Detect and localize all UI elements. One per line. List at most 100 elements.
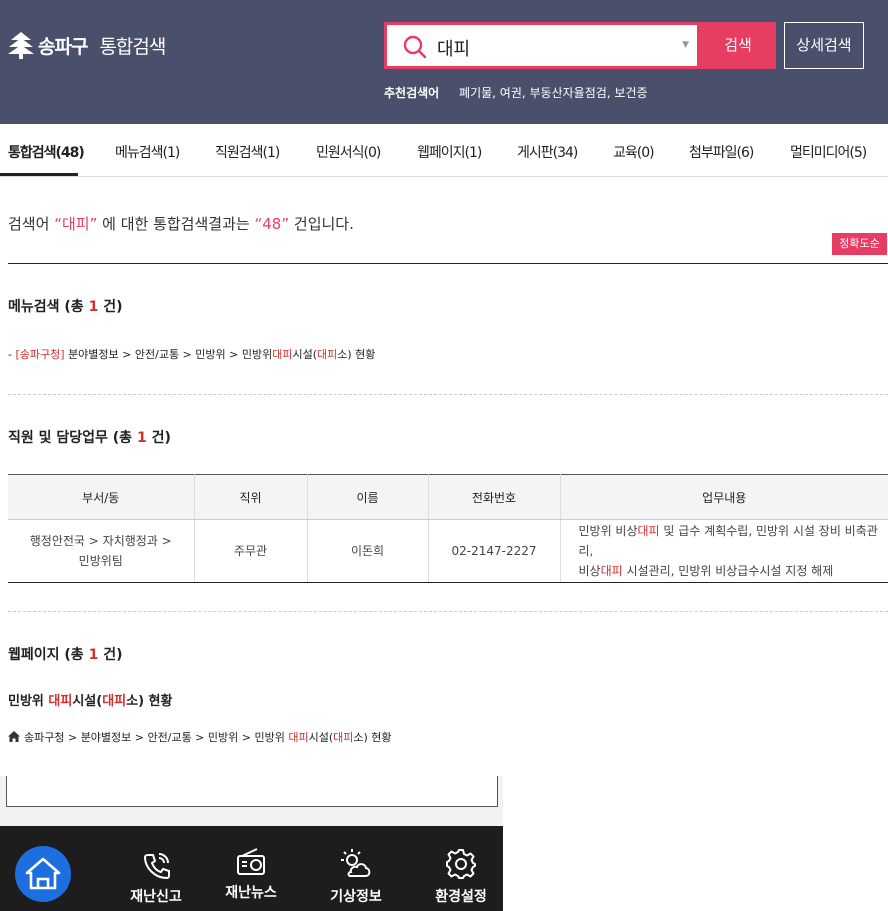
breadcrumb-path: 송파구청 > 분야별정보 > 안전/교통 > 민방위 > 민방위 bbox=[24, 731, 289, 744]
home-icon bbox=[8, 731, 20, 742]
logo[interactable]: 송파구 통합검색 bbox=[8, 30, 166, 60]
tab-education[interactable]: 교육(0) bbox=[613, 142, 655, 162]
duty-text: 민방위 비상 bbox=[578, 524, 638, 538]
sort-accuracy-button[interactable]: 정확도순 bbox=[832, 233, 887, 255]
menu-section-title: 메뉴검색 (총 1 건) bbox=[8, 296, 122, 316]
staff-section-title: 직원 및 담당업무 (총 1 건) bbox=[8, 427, 171, 447]
duty-text: 비상 bbox=[578, 564, 601, 578]
nav-settings[interactable]: 환경설정 bbox=[411, 826, 511, 911]
result-tabs: 통합검색(48) 메뉴검색(1) 직원검색(1) 민원서식(0) 웹페이지(1)… bbox=[0, 124, 888, 177]
nav-label: 재난뉴스 bbox=[225, 885, 277, 901]
keyword-highlight: 대피 bbox=[637, 524, 660, 538]
search-input[interactable]: 대피 ▼ bbox=[384, 22, 700, 69]
nav-label: 환경설정 bbox=[435, 889, 487, 905]
recommended-terms[interactable]: 폐기물, 여권, 부동산자율점검, 보건증 bbox=[459, 86, 648, 100]
site-prefix: [송파구청] bbox=[15, 348, 65, 361]
section-count: 1 bbox=[136, 430, 147, 446]
overlay-content-box bbox=[6, 776, 498, 807]
tab-staff[interactable]: 직원검색(1) bbox=[215, 142, 280, 162]
home-icon bbox=[25, 857, 61, 890]
result-title-text: 민방위 bbox=[8, 694, 49, 709]
nav-label: 재난신고 bbox=[130, 889, 182, 905]
bullet: - bbox=[8, 348, 12, 361]
breadcrumb-text: 소) 현황 bbox=[337, 348, 376, 361]
section-title-text: 웹페이지 (총 bbox=[8, 647, 84, 663]
nav-disaster-report[interactable]: 재난신고 bbox=[106, 826, 206, 911]
tab-menu[interactable]: 메뉴검색(1) bbox=[115, 142, 180, 162]
web-result-title[interactable]: 민방위 대피시설(대피소) 현황 bbox=[8, 690, 172, 709]
section-title-suffix: 건) bbox=[103, 299, 123, 315]
web-section-title: 웹페이지 (총 1 건) bbox=[8, 644, 122, 664]
header: 송파구 통합검색 대피 ▼ 검색 상세검색 추천검색어 폐기물, 여권, 부동산… bbox=[0, 0, 888, 124]
section-title-suffix: 건) bbox=[103, 647, 123, 663]
table-header-row: 부서/동 직위 이름 전화번호 업무내용 bbox=[8, 474, 888, 520]
tab-all[interactable]: 통합검색(48) bbox=[8, 142, 85, 162]
section-title-suffix: 건) bbox=[151, 430, 171, 446]
tab-attachments[interactable]: 첨부파일(6) bbox=[689, 142, 754, 162]
breadcrumb-text: 시설( bbox=[308, 731, 334, 744]
home-button[interactable] bbox=[15, 846, 71, 902]
keyword-highlight: 대피 bbox=[317, 348, 338, 361]
search-button[interactable]: 검색 bbox=[700, 22, 776, 69]
column-header: 이름 bbox=[307, 474, 429, 520]
keyword-highlight: 대피 bbox=[288, 731, 309, 744]
gear-icon bbox=[446, 849, 476, 879]
summary-count: “48” bbox=[254, 215, 290, 233]
column-header: 부서/동 bbox=[8, 474, 195, 520]
nav-label: 기상정보 bbox=[330, 889, 382, 905]
result-title-text: 시설( bbox=[72, 694, 103, 709]
keyword-highlight: 대피 bbox=[600, 564, 623, 578]
active-tab-indicator bbox=[0, 173, 78, 176]
summary-suffix: 건입니다. bbox=[293, 215, 354, 233]
column-header: 업무내용 bbox=[560, 474, 888, 520]
duty-cell: 민방위 비상대피 및 급수 계획수립, 민방위 시설 장비 비축관리, 비상대피… bbox=[560, 519, 888, 583]
summary-middle: 에 대한 통합검색결과는 bbox=[102, 215, 250, 233]
tab-board[interactable]: 게시판(34) bbox=[517, 142, 578, 162]
section-count: 1 bbox=[88, 299, 99, 315]
search-value: 대피 bbox=[437, 39, 471, 60]
result-title-text: 소) 현황 bbox=[126, 694, 173, 709]
divider bbox=[8, 263, 888, 264]
phone-call-icon bbox=[143, 853, 170, 880]
tab-forms[interactable]: 민원서식(0) bbox=[316, 142, 381, 162]
name-cell: 이돈희 bbox=[307, 519, 429, 583]
advanced-search-button[interactable]: 상세검색 bbox=[784, 22, 864, 69]
dept-cell: 행정안전국 > 자치행정과 > 민방위팀 bbox=[8, 519, 195, 583]
result-summary: 검색어 “대피” 에 대한 통합검색결과는 “48” 건입니다. bbox=[8, 213, 354, 234]
chevron-down-icon[interactable]: ▼ bbox=[682, 40, 689, 50]
menu-result-link[interactable]: - [송파구청] 분야별정보 > 안전/교통 > 민방위 > 민방위대피시설(대… bbox=[8, 346, 375, 362]
staff-table: 부서/동 직위 이름 전화번호 업무내용 행정안전국 > 자치행정과 > 민방위… bbox=[8, 474, 888, 583]
recommended-label: 추천검색어 bbox=[384, 86, 440, 100]
column-header: 직위 bbox=[194, 474, 308, 520]
bottom-nav: 재난신고 재난뉴스 기상정보 환경설정 bbox=[0, 826, 503, 911]
keyword-highlight: 대피 bbox=[333, 731, 354, 744]
nav-disaster-news[interactable]: 재난뉴스 bbox=[201, 826, 301, 911]
summary-prefix: 검색어 bbox=[8, 215, 50, 233]
recommended-keywords: 추천검색어 폐기물, 여권, 부동산자율점검, 보건증 bbox=[384, 84, 648, 101]
duty-text: 시설관리, 민방위 비상급수시설 지정 해제 bbox=[622, 564, 834, 578]
quote-open: “ bbox=[54, 215, 62, 233]
breadcrumb-path: 분야별정보 > 안전/교통 > 민방위 > 민방위 bbox=[68, 348, 273, 361]
breadcrumb-text: 시설( bbox=[292, 348, 317, 361]
songpa-logo-icon bbox=[8, 32, 34, 59]
radio-icon bbox=[237, 848, 265, 875]
keyword-text: 대피 bbox=[61, 215, 90, 233]
breadcrumb-text: 소) 현황 bbox=[353, 731, 392, 744]
search-icon bbox=[403, 35, 427, 59]
section-count: 1 bbox=[88, 647, 99, 663]
summary-keyword: “대피” bbox=[54, 215, 97, 233]
keyword-highlight: 대피 bbox=[102, 694, 127, 709]
tab-multimedia[interactable]: 멀티미디어(5) bbox=[790, 142, 867, 162]
logo-name: 송파구 bbox=[38, 35, 88, 58]
logo-subtitle: 통합검색 bbox=[99, 35, 166, 58]
column-header: 전화번호 bbox=[428, 474, 561, 520]
keyword-highlight: 대피 bbox=[272, 348, 293, 361]
table-row: 행정안전국 > 자치행정과 > 민방위팀 주무관 이돈희 02-2147-222… bbox=[8, 519, 888, 583]
divider bbox=[8, 394, 888, 395]
web-result-breadcrumb: 송파구청 > 분야별정보 > 안전/교통 > 민방위 > 민방위 대피시설(대피… bbox=[8, 729, 392, 745]
keyword-highlight: 대피 bbox=[48, 694, 73, 709]
section-title-text: 직원 및 담당업무 (총 bbox=[8, 430, 133, 446]
nav-weather[interactable]: 기상정보 bbox=[306, 826, 406, 911]
phone-cell: 02-2147-2227 bbox=[428, 519, 561, 583]
tab-webpage[interactable]: 웹페이지(1) bbox=[417, 142, 482, 162]
